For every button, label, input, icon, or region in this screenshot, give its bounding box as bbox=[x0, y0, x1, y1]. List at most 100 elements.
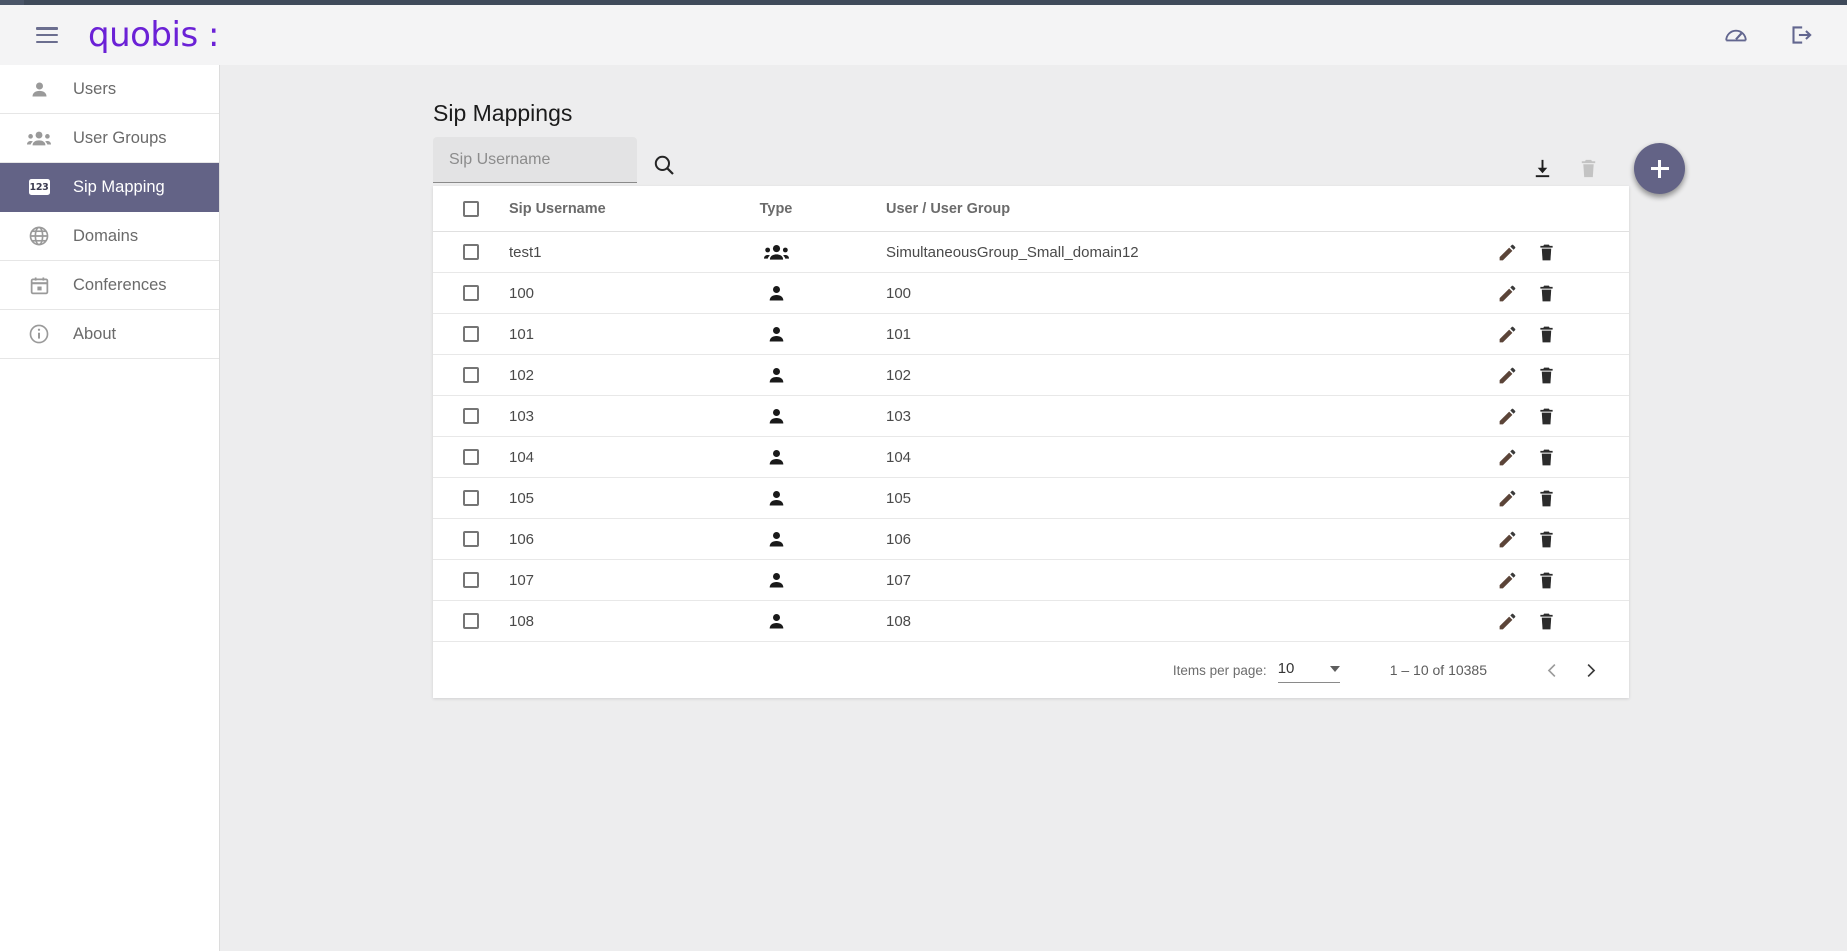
row-checkbox[interactable] bbox=[463, 285, 479, 301]
chevron-left-icon[interactable] bbox=[1533, 651, 1571, 689]
column-header-type[interactable]: Type bbox=[737, 201, 815, 217]
row-checkbox[interactable] bbox=[463, 613, 479, 629]
cell-sip-username: 100 bbox=[509, 284, 535, 302]
person-icon bbox=[737, 365, 815, 386]
calendar-icon bbox=[26, 273, 52, 297]
chevron-right-icon[interactable] bbox=[1571, 651, 1609, 689]
person-icon bbox=[737, 283, 815, 304]
sidebar-item-user-groups[interactable]: User Groups bbox=[0, 114, 219, 163]
row-actions bbox=[1479, 324, 1629, 345]
table-header-row: Sip Username Type User / User Group bbox=[433, 186, 1629, 232]
cell-user-group: 100 bbox=[886, 284, 912, 302]
table-row[interactable]: 105 105 bbox=[433, 478, 1629, 519]
table-row[interactable]: 101 101 bbox=[433, 314, 1629, 355]
cell-user-group: 103 bbox=[886, 407, 912, 425]
sidebar-item-conferences[interactable]: Conferences bbox=[0, 261, 219, 310]
table-row[interactable]: 103 103 bbox=[433, 396, 1629, 437]
trash-icon[interactable] bbox=[1536, 242, 1557, 263]
row-checkbox[interactable] bbox=[463, 572, 479, 588]
cell-user-group: 107 bbox=[886, 571, 912, 589]
sidebar-item-domains[interactable]: Domains bbox=[0, 212, 219, 261]
search-input[interactable] bbox=[447, 149, 623, 170]
trash-icon[interactable] bbox=[1536, 488, 1557, 509]
row-checkbox-cell bbox=[433, 285, 509, 301]
pencil-icon[interactable] bbox=[1497, 611, 1518, 632]
pencil-icon[interactable] bbox=[1497, 242, 1518, 263]
cell-user-group: 106 bbox=[886, 530, 912, 548]
column-header-user-group[interactable]: User / User Group bbox=[815, 201, 1479, 217]
table-row[interactable]: 106 106 bbox=[433, 519, 1629, 560]
items-per-page-value: 10 bbox=[1277, 660, 1295, 677]
cell-sip-username: 102 bbox=[509, 366, 535, 384]
cell-user-group: 108 bbox=[886, 612, 912, 630]
person-icon bbox=[737, 611, 815, 632]
pencil-icon[interactable] bbox=[1497, 324, 1518, 345]
speedometer-icon[interactable] bbox=[1723, 22, 1749, 48]
trash-icon[interactable] bbox=[1536, 611, 1557, 632]
add-sip-mapping-button[interactable] bbox=[1634, 143, 1685, 194]
table-row[interactable]: 100 100 bbox=[433, 273, 1629, 314]
pencil-icon[interactable] bbox=[1497, 570, 1518, 591]
column-header-sip-username[interactable]: Sip Username bbox=[509, 201, 737, 217]
cell-sip-username: 101 bbox=[509, 325, 535, 343]
row-actions bbox=[1479, 242, 1629, 263]
cell-sip-username: 108 bbox=[509, 612, 535, 630]
row-actions bbox=[1479, 283, 1629, 304]
trash-icon[interactable] bbox=[1536, 570, 1557, 591]
sip-mappings-table: Sip Username Type User / User Group test… bbox=[433, 186, 1629, 698]
pencil-icon[interactable] bbox=[1497, 447, 1518, 468]
search-field[interactable] bbox=[433, 137, 637, 183]
table-row[interactable]: 104 104 bbox=[433, 437, 1629, 478]
pencil-icon[interactable] bbox=[1497, 406, 1518, 427]
row-checkbox-cell bbox=[433, 531, 509, 547]
sidebar-item-label: Conferences bbox=[73, 275, 167, 294]
row-checkbox-cell bbox=[433, 490, 509, 506]
row-checkbox[interactable] bbox=[463, 367, 479, 383]
table-row[interactable]: 107 107 bbox=[433, 560, 1629, 601]
row-checkbox[interactable] bbox=[463, 490, 479, 506]
cell-sip-username: 105 bbox=[509, 489, 535, 507]
pagination-range-label: 1 – 10 of 10385 bbox=[1389, 662, 1487, 678]
hamburger-menu-icon[interactable] bbox=[36, 27, 58, 43]
pencil-icon[interactable] bbox=[1497, 529, 1518, 550]
person-icon bbox=[737, 529, 815, 550]
download-icon[interactable] bbox=[1519, 146, 1565, 192]
globe-icon bbox=[26, 224, 52, 248]
select-all-checkbox[interactable] bbox=[463, 200, 479, 217]
info-icon bbox=[26, 322, 52, 346]
row-checkbox-cell bbox=[433, 449, 509, 465]
trash-icon[interactable] bbox=[1536, 447, 1557, 468]
trash-icon[interactable] bbox=[1536, 529, 1557, 550]
row-checkbox[interactable] bbox=[463, 244, 479, 260]
pencil-icon[interactable] bbox=[1497, 365, 1518, 386]
bulk-delete-icon[interactable] bbox=[1565, 146, 1611, 192]
table-row[interactable]: 108 108 bbox=[433, 601, 1629, 642]
row-checkbox[interactable] bbox=[463, 408, 479, 424]
trash-icon[interactable] bbox=[1536, 283, 1557, 304]
sidebar-item-sip-mapping[interactable]: 123 Sip Mapping bbox=[0, 163, 219, 212]
sidebar-item-about[interactable]: About bbox=[0, 310, 219, 359]
person-icon bbox=[737, 406, 815, 427]
brand-logo[interactable]: quobis : bbox=[88, 15, 219, 55]
table-paginator: Items per page: 10 1 – 10 of 10385 bbox=[433, 642, 1629, 698]
trash-icon[interactable] bbox=[1536, 406, 1557, 427]
search-icon[interactable] bbox=[652, 153, 676, 177]
row-checkbox-cell bbox=[433, 408, 509, 424]
sidebar-item-label: Sip Mapping bbox=[73, 177, 165, 196]
cell-user-group: 104 bbox=[886, 448, 912, 466]
row-checkbox[interactable] bbox=[463, 531, 479, 547]
row-checkbox[interactable] bbox=[463, 326, 479, 342]
main-content: Sip Mappings Sip Username Sip Username T… bbox=[220, 65, 1847, 951]
trash-icon[interactable] bbox=[1536, 324, 1557, 345]
row-checkbox[interactable] bbox=[463, 449, 479, 465]
table-row[interactable]: 102 102 bbox=[433, 355, 1629, 396]
logout-icon[interactable] bbox=[1787, 22, 1813, 48]
pencil-icon[interactable] bbox=[1497, 488, 1518, 509]
person-icon bbox=[26, 77, 52, 101]
pencil-icon[interactable] bbox=[1497, 283, 1518, 304]
sidebar-item-users[interactable]: Users bbox=[0, 65, 219, 114]
items-per-page-select[interactable]: 10 bbox=[1277, 657, 1340, 683]
table-row[interactable]: test1 SimultaneousGroup_Small_domain12 bbox=[433, 232, 1629, 273]
app-header: quobis : bbox=[0, 5, 1847, 65]
trash-icon[interactable] bbox=[1536, 365, 1557, 386]
